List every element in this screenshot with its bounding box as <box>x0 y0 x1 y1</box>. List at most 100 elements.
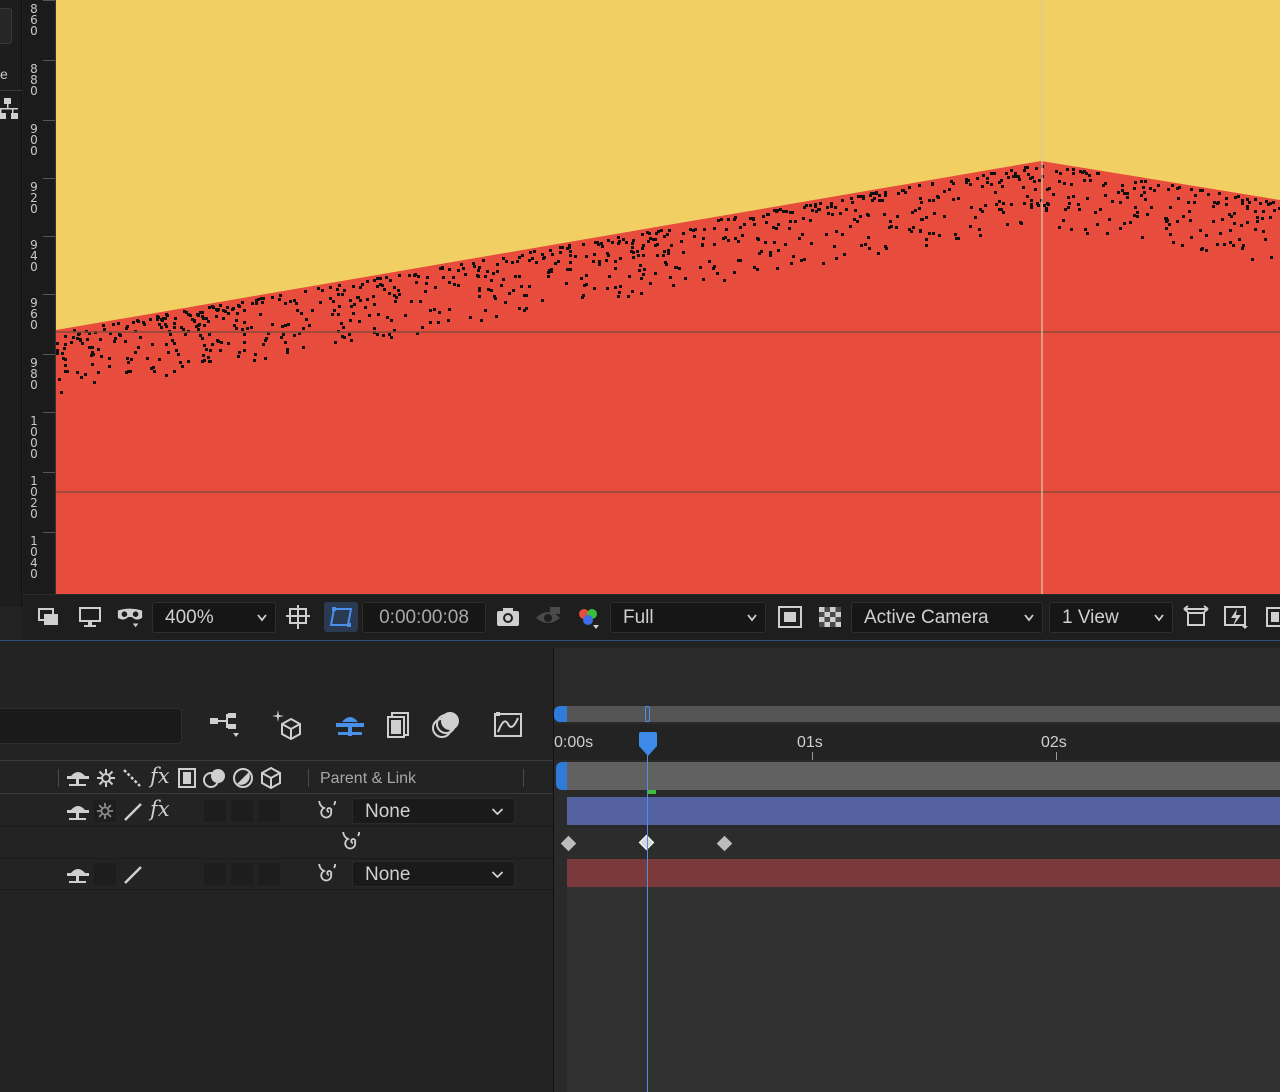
ruler-label: 1040 <box>30 534 38 581</box>
frame-blending-icon[interactable] <box>381 708 415 742</box>
motion-blur-icon[interactable] <box>429 708 463 742</box>
time-ruler[interactable]: 0:00s 01s 02s <box>554 724 1280 760</box>
fast-preview-icon[interactable] <box>776 604 804 630</box>
parent-dropdown[interactable]: None <box>352 861 515 887</box>
magnification-dropdown[interactable]: 400% <box>152 602 276 633</box>
draft-3d-icon[interactable] <box>270 708 304 742</box>
pickwhip-icon[interactable] <box>318 801 340 823</box>
current-time-indicator-line[interactable] <box>647 738 648 1092</box>
layer-1-duration-bar[interactable] <box>567 797 1280 825</box>
ruler-label: 900 <box>30 122 38 158</box>
camera-view-dropdown[interactable]: Active Camera <box>851 602 1043 633</box>
fast-previews-icon[interactable] <box>1222 604 1250 630</box>
property-row[interactable] <box>0 828 553 859</box>
chevron-down-icon <box>257 614 267 622</box>
parent-dropdown[interactable]: None <box>352 798 515 824</box>
resolution-dropdown[interactable]: Full <box>610 602 766 633</box>
ruler-label: 1000 <box>30 414 38 461</box>
layer-2-duration-bar[interactable] <box>567 859 1280 887</box>
hierarchy-icon[interactable] <box>0 96 20 120</box>
toggle-pixel-aspect-icon[interactable] <box>1182 604 1210 630</box>
snapshot-camera-icon[interactable] <box>494 604 522 630</box>
shy-switch-header-icon[interactable] <box>66 768 90 788</box>
3d-layer-switch[interactable] <box>258 800 280 822</box>
view-layout-value: 1 View <box>1062 607 1119 628</box>
viewer-toolbar: 400% 0:00:00:08 Full Active Camera 1 Vie… <box>22 594 1280 640</box>
ruler-label: 960 <box>30 296 38 332</box>
motion-blur-switch[interactable] <box>231 863 253 885</box>
frame-blend-switch[interactable] <box>204 863 226 885</box>
parent-value: None <box>365 864 411 885</box>
ruler-tick <box>43 178 55 179</box>
timeline-toggle-icon[interactable] <box>1262 604 1280 630</box>
view-layout-dropdown[interactable]: 1 View <box>1049 602 1173 633</box>
quality-slash-icon <box>124 803 142 821</box>
time-navigator-marker[interactable] <box>645 706 650 722</box>
3d-layer-switch[interactable] <box>258 863 280 885</box>
ruler-tick <box>43 236 55 237</box>
layer-row-2[interactable]: None <box>0 859 553 890</box>
work-area-bar[interactable] <box>564 706 1280 722</box>
collapse-transform-switch[interactable] <box>94 863 116 885</box>
quality-switch[interactable] <box>121 800 143 822</box>
sun-icon <box>96 802 114 820</box>
property-track[interactable] <box>567 828 1280 858</box>
pickwhip-icon[interactable] <box>318 864 340 886</box>
preview-icon[interactable] <box>36 604 64 630</box>
composition-flowchart-icon[interactable] <box>208 708 242 742</box>
timeline-tracks[interactable]: 0:00s 01s 02s <box>553 648 1280 1092</box>
ruler-tick <box>43 412 55 413</box>
column-separator <box>58 769 59 787</box>
frame-blend-header-icon[interactable] <box>176 767 198 789</box>
collapse-transform-header-icon[interactable] <box>96 768 116 788</box>
resolution-value: Full <box>623 607 654 628</box>
camera-view-value: Active Camera <box>864 607 989 628</box>
ruler-label: 880 <box>30 62 38 98</box>
quality-header-icon[interactable] <box>122 768 142 788</box>
composition-viewer[interactable] <box>56 0 1280 594</box>
timeline-search-input[interactable] <box>0 708 182 744</box>
time-tick <box>812 752 813 760</box>
time-label-0s: 0:00s <box>554 734 594 751</box>
current-time-indicator-head[interactable] <box>638 732 658 758</box>
chevron-down-icon <box>1024 614 1034 622</box>
quality-switch[interactable] <box>121 863 143 885</box>
shy-switch-icon[interactable] <box>66 802 90 822</box>
frame-blend-switch[interactable] <box>204 800 226 822</box>
ruler-label: 980 <box>30 356 38 392</box>
ruler-tick <box>43 532 55 533</box>
layer-row-1[interactable]: fx None <box>0 796 553 827</box>
chevron-down-icon <box>491 808 504 816</box>
composition-duration-bar[interactable] <box>567 762 1280 790</box>
timeline-layer-outline: fx Parent & Link fx None None <box>0 648 553 1092</box>
hide-shy-layers-icon[interactable] <box>333 708 367 742</box>
chevron-down-icon <box>1154 614 1164 622</box>
region-of-interest-icon[interactable] <box>324 602 358 632</box>
monitor-icon[interactable] <box>76 604 104 630</box>
grid-guide-options-icon[interactable] <box>284 604 312 630</box>
quality-slash-icon <box>124 866 142 884</box>
shy-switch-icon[interactable] <box>66 865 90 885</box>
motion-blur-header-icon[interactable] <box>202 767 228 789</box>
checkerboard-icon[interactable] <box>816 604 844 630</box>
current-time-field[interactable]: 0:00:00:08 <box>362 602 486 633</box>
3d-layer-header-icon[interactable] <box>259 766 283 790</box>
graph-editor-icon[interactable] <box>491 708 525 742</box>
pickwhip-icon[interactable] <box>342 832 364 854</box>
panel-divider-line <box>0 90 22 91</box>
effects-header-icon[interactable]: fx <box>150 764 170 788</box>
rgb-channels-icon[interactable] <box>574 604 602 630</box>
composition-start-handle[interactable] <box>556 762 567 790</box>
collapse-transform-switch[interactable] <box>94 800 116 822</box>
adjustment-layer-header-icon[interactable] <box>232 767 254 789</box>
panel-tab-box[interactable] <box>0 8 12 44</box>
vr-glasses-icon[interactable] <box>116 604 144 630</box>
empty-track-area[interactable] <box>567 887 1280 1092</box>
ruler-label: 940 <box>30 238 38 274</box>
effects-switch-icon[interactable]: fx <box>150 797 170 821</box>
ruler-tick <box>43 354 55 355</box>
panel-divider[interactable] <box>0 640 1280 648</box>
motion-blur-switch[interactable] <box>231 800 253 822</box>
work-area-start-handle[interactable] <box>554 706 567 722</box>
show-snapshot-icon[interactable] <box>534 604 562 630</box>
